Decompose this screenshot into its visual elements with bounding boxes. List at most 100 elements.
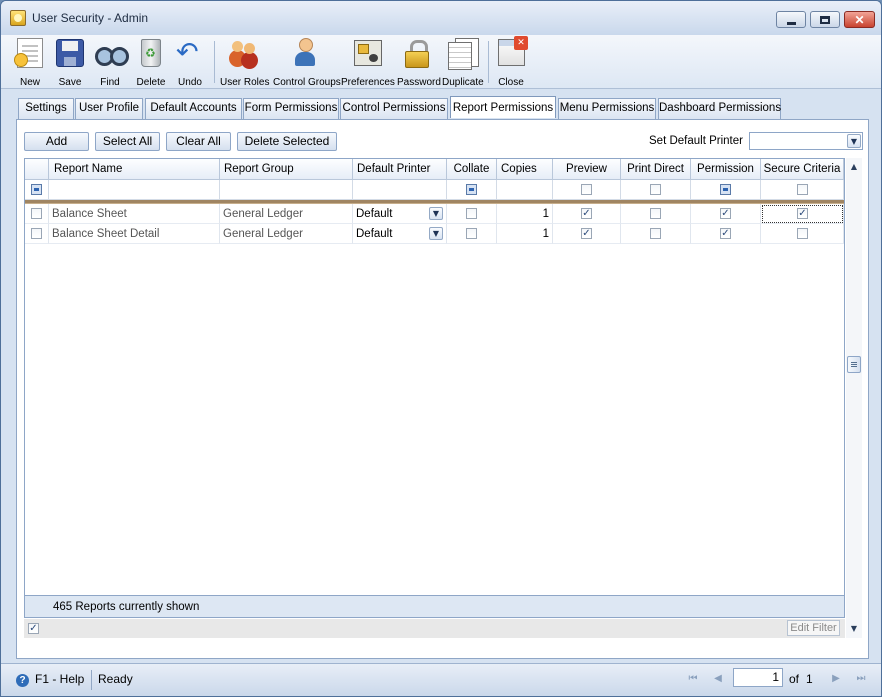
filter-collate[interactable]: [447, 180, 497, 200]
minimize-button[interactable]: [776, 11, 806, 28]
collate-cell[interactable]: [447, 224, 497, 244]
copies-cell[interactable]: 1: [497, 204, 553, 224]
filter-secure-criteria-checkbox[interactable]: [797, 184, 808, 195]
save-button[interactable]: Save: [54, 37, 86, 88]
preview-checkbox[interactable]: ✓: [581, 228, 592, 239]
filter-permission-checkbox[interactable]: [720, 184, 731, 195]
select-all-rows-checkbox[interactable]: [31, 184, 42, 195]
preview-cell[interactable]: ✓: [553, 204, 621, 224]
filter-print-direct[interactable]: [621, 180, 691, 200]
collate-cell[interactable]: [447, 204, 497, 224]
duplicate-button[interactable]: Duplicate: [442, 37, 484, 88]
print-direct-cell[interactable]: [621, 204, 691, 224]
last-page-icon[interactable]: ⏭: [853, 671, 869, 687]
previous-page-icon[interactable]: ◀: [710, 671, 726, 687]
default-printer-select[interactable]: ▼: [749, 132, 863, 150]
column-header-secure-criteria[interactable]: Secure Criteria: [761, 159, 844, 180]
vertical-scrollbar[interactable]: ▲ ▼: [846, 158, 862, 638]
tab-settings[interactable]: Settings: [18, 98, 74, 119]
scroll-up-arrow-icon[interactable]: ▲: [848, 161, 860, 173]
filter-copies[interactable]: [497, 180, 553, 200]
preferences-button[interactable]: Preferences: [341, 37, 395, 88]
column-header-collate[interactable]: Collate: [447, 159, 497, 180]
row-select-cell[interactable]: [25, 204, 49, 224]
permission-checkbox[interactable]: ✓: [720, 228, 731, 239]
chevron-down-icon[interactable]: ▼: [429, 207, 443, 220]
user-roles-button[interactable]: User Roles: [220, 37, 269, 88]
column-header-report-name[interactable]: Report Name: [49, 159, 220, 180]
report-group-cell[interactable]: General Ledger: [220, 204, 353, 224]
page-number-input[interactable]: 1: [733, 668, 783, 687]
filter-report-group[interactable]: [220, 180, 353, 200]
filter-print-direct-checkbox[interactable]: [650, 184, 661, 195]
print-direct-cell[interactable]: [621, 224, 691, 244]
copies-cell[interactable]: 1: [497, 224, 553, 244]
tab-menu-permissions[interactable]: Menu Permissions: [558, 98, 656, 119]
add-button[interactable]: Add: [24, 132, 89, 151]
scroll-down-arrow-icon[interactable]: ▼: [848, 623, 860, 635]
preview-cell[interactable]: ✓: [553, 224, 621, 244]
filter-preview-checkbox[interactable]: [581, 184, 592, 195]
default-printer-cell[interactable]: Default ▼: [353, 204, 447, 224]
scrollbar-thumb[interactable]: [847, 356, 861, 373]
row-select-checkbox[interactable]: [31, 208, 42, 219]
undo-button[interactable]: ↶ Undo: [174, 37, 206, 89]
column-header-copies[interactable]: Copies: [497, 159, 553, 180]
row-select-checkbox[interactable]: [31, 228, 42, 239]
permission-cell[interactable]: ✓: [691, 224, 761, 244]
column-header-report-group[interactable]: Report Group: [220, 159, 353, 180]
tab-control-permissions[interactable]: Control Permissions: [340, 98, 448, 119]
clear-all-button[interactable]: Clear All: [166, 132, 231, 151]
help-icon[interactable]: ?: [16, 674, 29, 687]
find-button[interactable]: Find: [94, 37, 129, 88]
row-select-cell[interactable]: [25, 224, 49, 244]
tab-form-permissions[interactable]: Form Permissions: [243, 98, 339, 119]
edit-filter-button[interactable]: Edit Filter: [787, 620, 840, 636]
filter-select-cell[interactable]: [25, 180, 49, 200]
delete-selected-button[interactable]: Delete Selected: [237, 132, 337, 151]
maximize-button[interactable]: [810, 11, 840, 28]
filter-secure-criteria[interactable]: [761, 180, 844, 200]
report-name-cell[interactable]: Balance Sheet: [49, 204, 220, 224]
filter-report-name[interactable]: [49, 180, 220, 200]
tab-user-profile[interactable]: User Profile: [75, 98, 143, 119]
column-header-print-direct[interactable]: Print Direct: [621, 159, 691, 180]
print-direct-checkbox[interactable]: [650, 228, 661, 239]
first-page-icon[interactable]: ⏮: [685, 671, 701, 687]
default-printer-cell[interactable]: Default ▼: [353, 224, 447, 244]
collate-checkbox[interactable]: [466, 208, 477, 219]
column-header-preview[interactable]: Preview: [553, 159, 621, 180]
chevron-down-icon[interactable]: ▼: [429, 227, 443, 240]
next-page-icon[interactable]: ▶: [828, 671, 844, 687]
close-button[interactable]: Close: [495, 36, 528, 88]
column-header-default-printer[interactable]: Default Printer: [353, 159, 447, 180]
secure-criteria-checkbox[interactable]: [797, 228, 808, 239]
print-direct-checkbox[interactable]: [650, 208, 661, 219]
filter-default-printer[interactable]: [353, 180, 447, 200]
filter-permission[interactable]: [691, 180, 761, 200]
filter-enabled-checkbox[interactable]: ✓: [28, 623, 39, 634]
collate-checkbox[interactable]: [466, 228, 477, 239]
chevron-down-icon[interactable]: ▼: [847, 134, 861, 148]
password-button[interactable]: Password: [397, 37, 441, 88]
tab-report-permissions[interactable]: Report Permissions: [450, 96, 556, 118]
tab-default-accounts[interactable]: Default Accounts: [145, 98, 242, 119]
new-button[interactable]: New: [14, 37, 46, 88]
preview-checkbox[interactable]: ✓: [581, 208, 592, 219]
report-name-cell[interactable]: Balance Sheet Detail: [49, 224, 220, 244]
delete-button[interactable]: Delete: [134, 37, 168, 88]
window-close-button[interactable]: ✕: [844, 11, 875, 28]
report-group-cell[interactable]: General Ledger: [220, 224, 353, 244]
filter-preview[interactable]: [553, 180, 621, 200]
secure-criteria-cell[interactable]: [761, 224, 844, 244]
select-all-button[interactable]: Select All: [95, 132, 160, 151]
secure-criteria-cell[interactable]: ✓: [761, 204, 844, 224]
permission-checkbox[interactable]: ✓: [720, 208, 731, 219]
tab-dashboard-permissions[interactable]: Dashboard Permissions: [658, 98, 781, 119]
help-label[interactable]: F1 - Help: [35, 672, 84, 686]
permission-cell[interactable]: ✓: [691, 204, 761, 224]
filter-collate-checkbox[interactable]: [466, 184, 477, 195]
secure-criteria-checkbox[interactable]: ✓: [797, 208, 808, 219]
control-groups-button[interactable]: Control Groups: [273, 37, 341, 88]
column-header-permission[interactable]: Permission: [691, 159, 761, 180]
